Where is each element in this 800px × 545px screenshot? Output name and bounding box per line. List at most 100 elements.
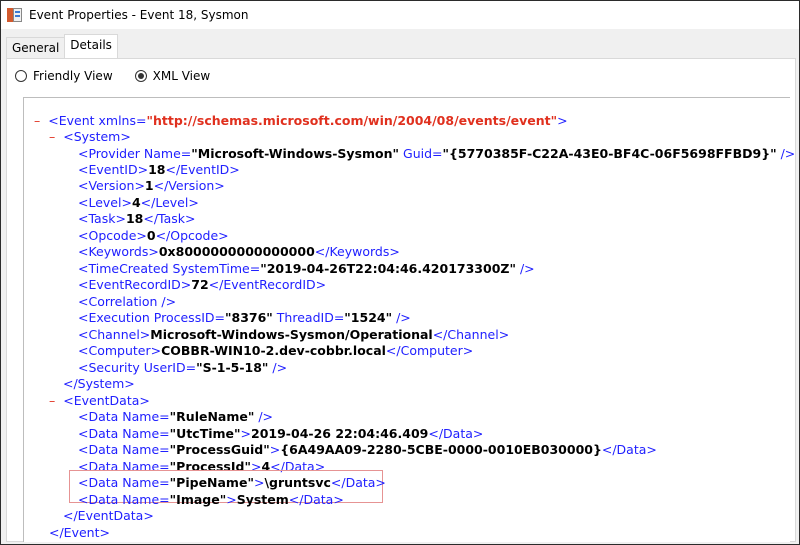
window-title: Event Properties - Event 18, Sysmon: [29, 8, 249, 22]
xml-attr-value: "S-1-5-18": [196, 360, 269, 375]
event-properties-window: Event Properties - Event 18, Sysmon Gene…: [0, 0, 800, 545]
xml-view-radio[interactable]: XML View: [134, 69, 211, 83]
xml-tag: </Data>: [288, 492, 344, 507]
xml-task-line: <Task>18</Task>: [78, 211, 195, 228]
xml-security-line: <Security UserID="S-1-5-18" />: [78, 360, 287, 377]
xml-tag: <Data Name=: [78, 475, 170, 490]
collapse-eventdata-toggle[interactable]: –: [49, 393, 55, 408]
collapse-system-toggle[interactable]: –: [49, 129, 55, 144]
xml-tag: >: [240, 426, 252, 441]
xml-tag: <Security UserID=: [78, 360, 197, 375]
xml-keywords-line: <Keywords>0x8000000000000000</Keywords>: [78, 244, 400, 261]
radio-selected-icon[interactable]: [134, 70, 147, 82]
friendly-view-radio[interactable]: Friendly View: [15, 69, 113, 83]
xml-tag: <Event xmlns=: [48, 113, 147, 128]
xml-tag: </Level>: [140, 195, 199, 210]
xml-tag: <Data Name=: [78, 492, 170, 507]
xml-attr-value: "8376": [225, 310, 273, 325]
xml-tag: </Opcode>: [155, 228, 229, 243]
xml-tag: >: [557, 113, 568, 128]
collapse-event-toggle[interactable]: –: [34, 113, 40, 128]
details-panel: Friendly View XML View – <Event xmlns="ht…: [6, 58, 796, 542]
xml-tag: <Data Name=: [78, 442, 170, 457]
xml-attr-value: "Image": [169, 492, 227, 507]
xml-tag: </EventID>: [165, 162, 240, 177]
xml-tag: />: [776, 146, 796, 161]
xml-attr-value: "2019-04-26T22:04:46.420173300Z": [260, 261, 516, 276]
xml-tag: />: [254, 409, 274, 424]
xml-data-processguid-line: <Data Name="ProcessGuid">{6A49AA09-2280-…: [78, 442, 657, 459]
xml-tag: Guid=: [399, 146, 443, 161]
xml-tag: <Task>: [78, 211, 126, 226]
xml-value: 0x8000000000000000: [158, 244, 315, 259]
friendly-view-label: Friendly View: [33, 69, 113, 83]
xml-tag: />: [515, 261, 535, 276]
tab-details[interactable]: Details: [64, 34, 118, 59]
xml-data-pipename-line: <Data Name="PipeName">\gruntsvc</Data>: [78, 475, 386, 492]
xml-attr-value: "PipeName": [169, 475, 254, 490]
tab-strip: General Details: [6, 34, 118, 59]
xml-tag: <Computer>: [78, 343, 162, 358]
xml-view-label: XML View: [152, 69, 211, 83]
xml-tag: <Provider Name=: [78, 146, 192, 161]
xml-value: COBBR-WIN10-2.dev-cobbr.local: [161, 343, 386, 358]
xml-value: Microsoft-Windows-Sysmon/Operational: [150, 327, 433, 342]
xml-tag: <TimeCreated SystemTime=: [78, 261, 261, 276]
xml-tag: <Level>: [78, 195, 132, 210]
xml-tag: </Data>: [601, 442, 657, 457]
xml-tag: </Data>: [428, 426, 484, 441]
xml-correlation-line: <Correlation />: [78, 294, 176, 311]
radio-unselected-icon[interactable]: [15, 70, 27, 82]
xml-tag: <Data Name=: [78, 409, 170, 424]
xml-value: 0: [146, 228, 156, 243]
xml-system-close-line: </System>: [63, 376, 135, 393]
xml-tag: </Channel>: [432, 327, 510, 342]
xml-tag: </Data>: [330, 475, 386, 490]
xml-value: 18: [125, 211, 144, 226]
xml-tag: </System>: [63, 376, 135, 391]
xml-tag: />: [268, 360, 288, 375]
xml-version-line: <Version>1</Version>: [78, 178, 225, 195]
xml-eventdata-open-line: – <EventData>: [49, 393, 150, 410]
xml-tag: </EventRecordID>: [208, 277, 327, 292]
xml-tag: </Computer>: [385, 343, 474, 358]
xml-tag: >: [226, 492, 237, 507]
xml-tag: </Version>: [153, 178, 225, 193]
xml-value: 72: [191, 277, 209, 292]
xml-tag: <Data Name=: [78, 426, 170, 441]
xml-tag: <EventID>: [78, 162, 149, 177]
xml-view-pane[interactable]: – <Event xmlns="http://schemas.microsoft.…: [23, 97, 795, 542]
xml-tag: </Task>: [143, 211, 196, 226]
tab-general[interactable]: General: [6, 37, 66, 58]
xml-eventdata-close-line: </EventData>: [63, 508, 154, 525]
xml-tag: <Version>: [78, 178, 145, 193]
xml-attr-value: "{5770385F-C22A-43E0-BF4C-06F5698FFBD9}": [442, 146, 777, 161]
xml-opcode-line: <Opcode>0</Opcode>: [78, 228, 229, 245]
xml-event-open-line: – <Event xmlns="http://schemas.microsoft.…: [34, 113, 568, 130]
xml-attr-value: "RuleName": [169, 409, 255, 424]
xml-eventid-line: <EventID>18</EventID>: [78, 162, 240, 179]
xml-data-rulename-line: <Data Name="RuleName" />: [78, 409, 273, 426]
xml-value: 18: [148, 162, 166, 177]
xml-value: {6A49AA09-2280-5CBE-0000-0010EB030000}: [280, 442, 602, 457]
xml-computer-line: <Computer>COBBR-WIN10-2.dev-cobbr.local<…: [78, 343, 473, 360]
xml-tag: <Execution ProcessID=: [78, 310, 225, 325]
xml-tag: >: [253, 475, 265, 490]
xml-eventrecordid-line: <EventRecordID>72</EventRecordID>: [78, 277, 326, 294]
xml-provider-line: <Provider Name="Microsoft-Windows-Sysmon…: [78, 146, 795, 163]
xml-value: 1: [144, 178, 154, 193]
xml-system-open-line: – <System>: [49, 129, 131, 146]
xml-data-utctime-line: <Data Name="UtcTime">2019-04-26 22:04:46…: [78, 426, 483, 443]
xml-value: 2019-04-26 22:04:46.409: [251, 426, 429, 441]
xml-tag: />: [392, 310, 411, 325]
xml-value: System: [236, 492, 289, 507]
xml-tag: </Event>: [49, 525, 110, 540]
xml-tag: </EventData>: [63, 508, 154, 523]
xml-tag: <Correlation />: [78, 294, 177, 309]
xml-tag: ThreadID=: [272, 310, 345, 325]
xml-event-close-line: </Event>: [49, 525, 110, 542]
xml-level-line: <Level>4</Level>: [78, 195, 199, 212]
xml-tag: >: [269, 442, 281, 457]
xml-attr-value: "ProcessGuid": [169, 442, 270, 457]
xml-attr-value: "UtcTime": [169, 426, 241, 441]
